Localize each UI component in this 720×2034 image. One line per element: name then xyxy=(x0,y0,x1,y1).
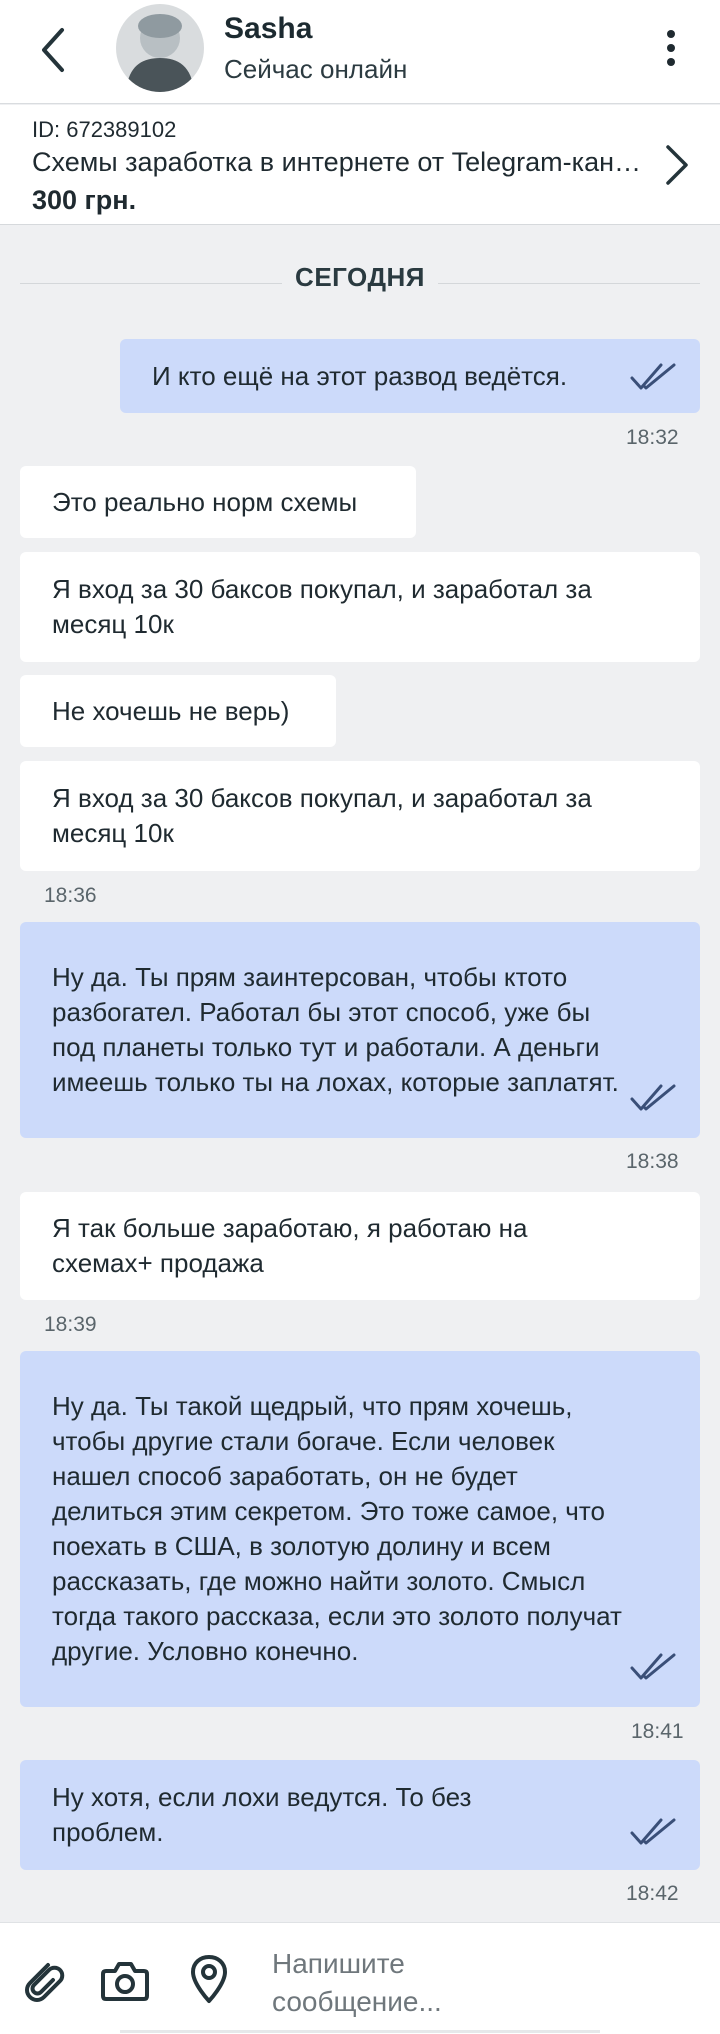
message-input[interactable]: Напишите сообщение... xyxy=(272,1945,532,2029)
message-outgoing[interactable]: И кто ещё на этот развод ведётся. xyxy=(120,339,700,413)
message-time: 18:42 xyxy=(626,1882,679,1905)
message-outgoing[interactable]: Ну да. Ты такой щедрый, что прям хочешь,… xyxy=(20,1351,700,1707)
listing-title: Схемы заработка в интернете от Telegram-… xyxy=(32,147,642,177)
back-button[interactable] xyxy=(30,22,80,78)
message-time: 18:39 xyxy=(44,1313,97,1336)
message-text: Это реально норм схемы xyxy=(52,486,358,517)
paperclip-icon xyxy=(25,1963,65,2002)
message-incoming[interactable]: Не хочешь не верь) xyxy=(20,675,336,747)
location-pin-icon xyxy=(191,1955,227,2003)
message-time: 18:38 xyxy=(626,1150,679,1173)
message-time: 18:41 xyxy=(631,1720,684,1743)
message-text: Я вход за 30 баксов покупал, и заработал… xyxy=(52,783,592,848)
message-time: 18:32 xyxy=(626,426,679,449)
read-double-check-icon xyxy=(630,363,676,390)
message-time: 18:36 xyxy=(44,884,97,907)
read-double-check-icon xyxy=(630,1653,676,1680)
message-text: Я так больше заработаю, я работаю на схе… xyxy=(52,1213,528,1278)
chevron-right-icon xyxy=(666,145,688,185)
attach-button[interactable] xyxy=(18,1955,68,2010)
message-text: Ну да. Ты прям заинтерсован, чтобы ктото… xyxy=(52,962,619,1097)
listing-price: 300 грн. xyxy=(32,185,137,215)
chevron-left-icon xyxy=(42,28,64,72)
message-text: Не хочешь не верь) xyxy=(52,695,290,726)
camera-button[interactable] xyxy=(100,1957,150,2008)
avatar[interactable] xyxy=(116,4,204,92)
message-incoming[interactable]: Я так больше заработаю, я работаю на схе… xyxy=(20,1192,700,1300)
message-text: Я вход за 30 баксов покупал, и заработал… xyxy=(52,574,592,639)
message-outgoing[interactable]: Ну хотя, если лохи ведутся. То без пробл… xyxy=(20,1760,700,1870)
location-button[interactable] xyxy=(186,1953,232,2010)
date-label: СЕГОДНЯ xyxy=(295,262,425,292)
message-text: Ну да. Ты такой щедрый, что прям хочешь,… xyxy=(52,1391,622,1666)
more-vertical-icon xyxy=(667,30,675,66)
listing-banner[interactable]: ID: 672389102 Схемы заработка в интернет… xyxy=(0,105,720,225)
message-text: И кто ещё на этот развод ведётся. xyxy=(152,360,568,391)
message-incoming[interactable]: Я вход за 30 баксов покупал, и заработал… xyxy=(20,552,700,662)
contact-status: Сейчас онлайн xyxy=(224,54,408,84)
message-outgoing[interactable]: Ну да. Ты прям заинтерсован, чтобы ктото… xyxy=(20,922,700,1138)
message-input-bar: Напишите сообщение... xyxy=(0,1922,720,2034)
message-incoming[interactable]: Это реально норм схемы xyxy=(20,466,416,538)
read-double-check-icon xyxy=(630,1818,676,1845)
chat-header: Sasha Сейчас онлайн xyxy=(0,0,720,104)
read-double-check-icon xyxy=(630,1084,676,1111)
date-divider: СЕГОДНЯ xyxy=(20,256,700,296)
user-avatar-icon xyxy=(116,4,204,92)
message-incoming[interactable]: Я вход за 30 баксов покупал, и заработал… xyxy=(20,761,700,871)
camera-icon xyxy=(101,1962,149,2001)
message-text: Ну хотя, если лохи ведутся. То без пробл… xyxy=(52,1782,472,1847)
input-underline xyxy=(120,2030,600,2033)
more-options-button[interactable] xyxy=(656,22,686,74)
contact-name: Sasha xyxy=(224,12,313,45)
listing-id: ID: 672389102 xyxy=(32,117,177,142)
